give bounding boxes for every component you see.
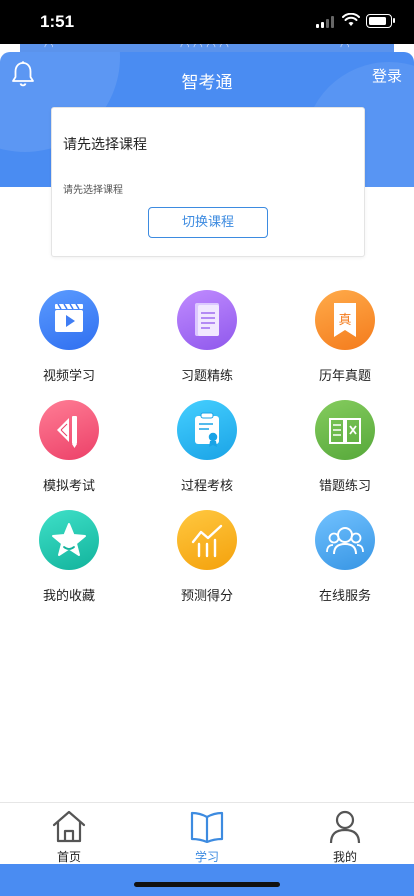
tab-label: 学习 — [194, 850, 219, 864]
switch-course-button[interactable]: 切换课程 — [148, 207, 268, 238]
feature-label: 错题练习 — [318, 479, 371, 494]
star-icon — [39, 510, 99, 570]
people-icon — [315, 510, 375, 570]
feature-label: 视频学习 — [42, 369, 95, 384]
status-time: 1:51 — [40, 12, 75, 31]
feature-label: 模拟考试 — [42, 479, 95, 494]
tab-me[interactable]: 我的 — [276, 803, 414, 865]
bottom-bar — [0, 864, 414, 896]
tab-study[interactable]: 学习 — [138, 803, 276, 865]
ruler-pencil-icon — [39, 400, 99, 460]
open-book-icon — [315, 400, 375, 460]
feature-label: 预测得分 — [180, 589, 233, 604]
tab-bar: 首页 学习 我的 — [0, 802, 414, 865]
bookmark-icon: 真 — [315, 290, 375, 350]
clipboard-badge-icon — [177, 400, 237, 460]
feature-label: 在线服务 — [318, 589, 371, 604]
feature-wrong-questions[interactable]: 错题练习 — [285, 400, 405, 500]
feature-exercises[interactable]: 习题精练 — [147, 290, 267, 390]
feature-past-exams[interactable]: 真 历年真题 — [285, 290, 405, 390]
person-icon — [329, 810, 361, 843]
tab-label: 我的 — [332, 850, 357, 864]
course-card-subtext: 请先选择课程 — [63, 185, 123, 196]
feature-label: 过程考核 — [180, 479, 233, 494]
feature-online-service[interactable]: 在线服务 — [285, 510, 405, 610]
home-indicator[interactable] — [134, 882, 280, 887]
feature-predicted-score[interactable]: 预测得分 — [147, 510, 267, 610]
feature-favorites[interactable]: 我的收藏 — [9, 510, 129, 610]
battery-icon — [366, 14, 395, 28]
feature-label: 习题精练 — [180, 369, 233, 384]
document-icon — [177, 290, 237, 350]
feature-video-learning[interactable]: 视频学习 — [9, 290, 129, 390]
cellular-signal-icon — [316, 16, 334, 28]
tab-label: 首页 — [56, 850, 81, 864]
book-icon — [190, 811, 224, 843]
home-icon — [52, 810, 86, 843]
svg-text:真: 真 — [338, 313, 351, 328]
app-title: 智考通 — [181, 73, 233, 93]
feature-label: 历年真题 — [318, 369, 371, 384]
course-card-heading: 请先选择课程 — [63, 137, 147, 153]
feature-label: 我的收藏 — [42, 589, 95, 604]
status-bar: 1:51 — [0, 0, 414, 44]
tab-home[interactable]: 首页 — [0, 803, 138, 865]
course-card: 请先选择课程 请先选择课程 切换课程 — [51, 107, 365, 257]
trend-chart-icon — [177, 510, 237, 570]
login-button[interactable]: 登录 — [372, 65, 402, 86]
feature-process-assessment[interactable]: 过程考核 — [147, 400, 267, 500]
video-play-icon — [39, 290, 99, 350]
wifi-icon — [342, 13, 360, 26]
feature-mock-exam[interactable]: 模拟考试 — [9, 400, 129, 500]
